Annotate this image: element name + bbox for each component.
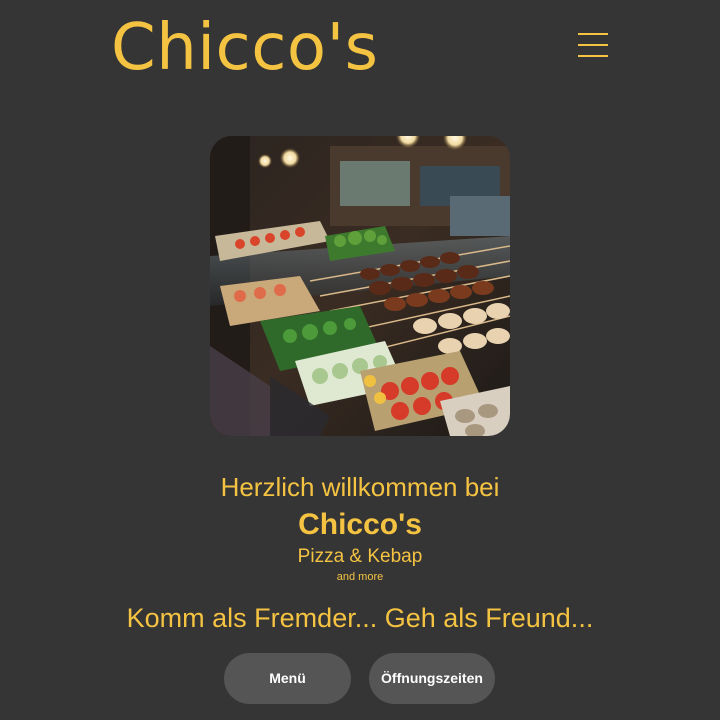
menu-bar-bottom bbox=[578, 55, 608, 57]
brand-name: Chicco's bbox=[298, 508, 422, 541]
brand-subtitle: Pizza & Kebap bbox=[297, 546, 423, 567]
opening-hours-button[interactable]: Öffnungszeiten bbox=[369, 653, 495, 704]
menu-bar-top bbox=[578, 33, 608, 35]
food-counter-illustration bbox=[210, 136, 510, 436]
hamburger-menu-icon[interactable] bbox=[576, 30, 610, 60]
page: Chicco's Herzlich willkommen bei Chicco'… bbox=[0, 0, 720, 720]
menu-button[interactable]: Menü bbox=[224, 653, 351, 704]
hero-image bbox=[210, 136, 510, 436]
brand-tagline-small: and more bbox=[336, 571, 384, 583]
welcome-heading: Herzlich willkommen bei bbox=[220, 472, 500, 502]
site-logo[interactable]: Chicco's bbox=[111, 8, 379, 88]
menu-bar-middle bbox=[578, 44, 608, 46]
slogan: Komm als Fremder... Geh als Freund... bbox=[126, 603, 594, 633]
